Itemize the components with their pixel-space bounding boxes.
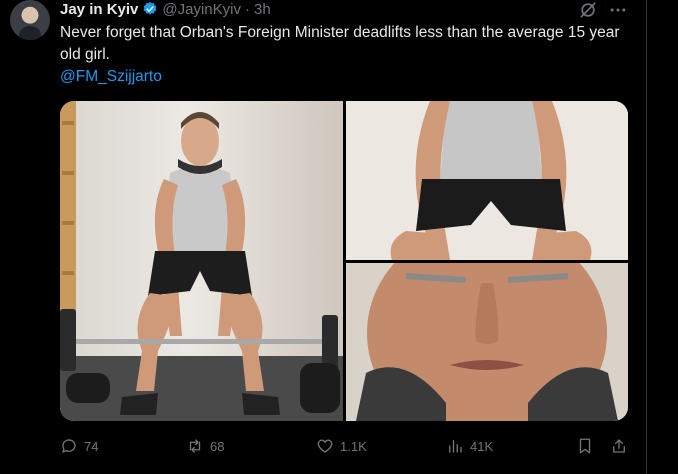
media-photo-2[interactable]	[346, 101, 628, 260]
media-photo-3[interactable]	[346, 263, 628, 421]
mention-link[interactable]: @FM_Szijjarto	[60, 66, 162, 88]
photo-2-illustration	[346, 101, 628, 260]
like-count: 1.1K	[340, 438, 367, 454]
views-count: 41K	[470, 438, 494, 454]
photo-1-illustration	[60, 101, 343, 421]
repost-icon	[189, 439, 201, 453]
separator: ·	[244, 0, 250, 18]
media-photo-1[interactable]	[60, 101, 343, 421]
timeline-border	[646, 0, 647, 474]
reply-count: 74	[84, 438, 99, 454]
bookmark-button[interactable]	[576, 434, 594, 458]
verified-badge-icon	[144, 2, 157, 15]
like-icon	[317, 439, 333, 453]
tweet-text: Never forget that Orban's Foreign Minist…	[60, 24, 620, 63]
photo-3-illustration	[346, 263, 628, 421]
bookmark-icon	[579, 438, 591, 454]
display-name[interactable]: Jay in Kyiv	[60, 1, 138, 18]
grok-icon[interactable]	[578, 0, 598, 20]
views-button[interactable]: 41K	[446, 434, 493, 458]
share-button[interactable]	[610, 434, 628, 458]
reply-button[interactable]: 74	[60, 434, 98, 458]
avatar[interactable]	[10, 0, 50, 40]
reply-icon	[62, 439, 76, 453]
user-handle[interactable]: @JayinKyiv	[162, 1, 241, 18]
like-button[interactable]: 1.1K	[316, 434, 367, 458]
views-icon	[449, 440, 462, 453]
media-grid[interactable]	[60, 101, 628, 421]
tweet-header: Jay in Kyiv @JayinKyiv · 3h	[60, 0, 271, 18]
timestamp[interactable]: 3h	[254, 1, 271, 18]
share-icon	[613, 439, 625, 453]
repost-count: 68	[210, 438, 225, 454]
repost-button[interactable]: 68	[186, 434, 224, 458]
more-icon[interactable]	[608, 0, 628, 20]
tweet-actions: 74 68 1.1K 41K	[60, 434, 630, 458]
